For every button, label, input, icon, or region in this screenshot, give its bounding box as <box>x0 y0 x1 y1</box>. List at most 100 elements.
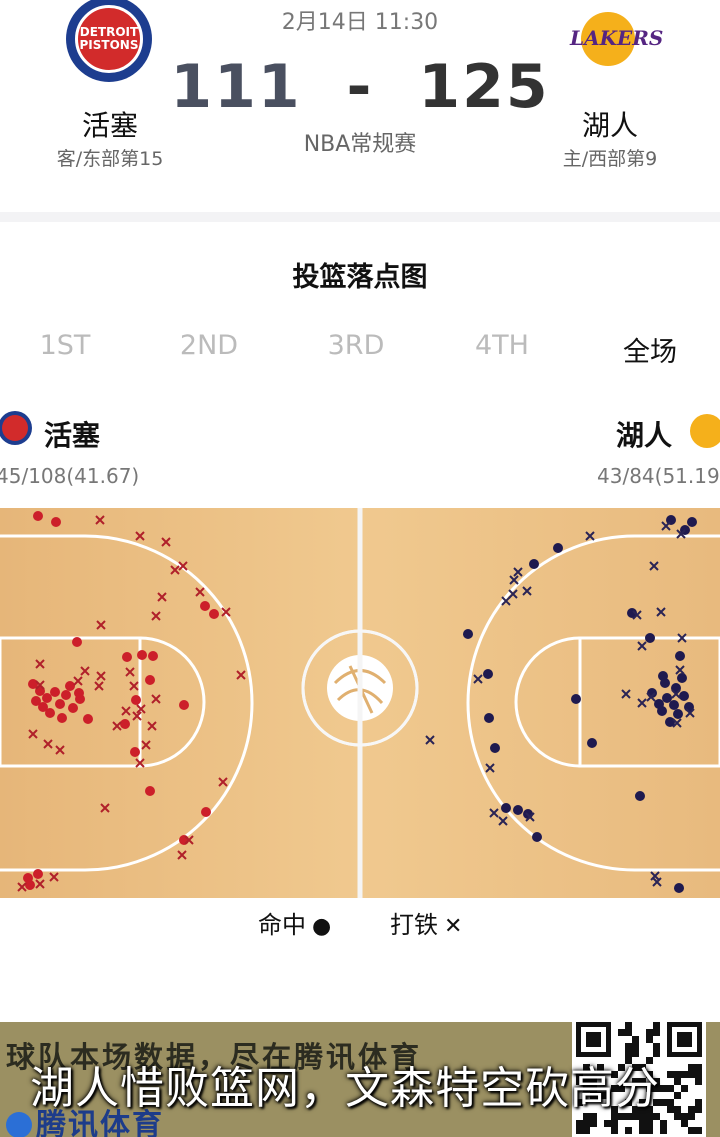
legend-missed: 打铁 ✕ <box>390 905 462 940</box>
qr-module <box>681 1113 688 1120</box>
qr-module <box>688 1064 695 1071</box>
qr-module <box>688 1106 695 1113</box>
made-shot-marker <box>645 633 655 643</box>
made-shot-marker <box>673 709 683 719</box>
made-shot-marker <box>687 517 697 527</box>
made-shot-marker <box>532 832 542 842</box>
made-shot-marker <box>33 511 43 521</box>
tab-1st[interactable]: 1ST <box>0 330 135 361</box>
qr-module <box>674 1113 681 1120</box>
qr-module <box>653 1029 660 1036</box>
made-shot-marker <box>553 543 563 553</box>
section-divider <box>0 212 720 222</box>
made-shot-marker <box>658 671 668 681</box>
pistons-mini-logo <box>0 411 32 445</box>
home-team-standing: 主/西部第9 <box>562 148 658 170</box>
qr-module <box>674 1092 681 1099</box>
made-shot-marker <box>179 835 189 845</box>
made-shot-marker <box>50 687 60 697</box>
qr-module <box>695 1099 702 1106</box>
qr-finder <box>677 1032 692 1047</box>
qr-module <box>660 1127 667 1134</box>
qr-module <box>695 1127 702 1134</box>
qr-module <box>695 1106 702 1113</box>
qr-finder <box>586 1032 601 1047</box>
qr-module <box>688 1127 695 1134</box>
tab-3rd[interactable]: 3RD <box>286 330 426 361</box>
tencent-sports-icon <box>6 1112 32 1137</box>
made-shot-marker <box>120 719 130 729</box>
tab-4th[interactable]: 4TH <box>432 330 572 361</box>
legend-made-label: 命中 <box>258 911 306 939</box>
away-team-name[interactable]: 活塞 <box>10 104 210 144</box>
qr-module <box>667 1106 674 1113</box>
qr-module <box>632 1043 639 1050</box>
tab-2nd[interactable]: 2ND <box>139 330 279 361</box>
qr-module <box>583 1120 590 1127</box>
qr-module <box>625 1022 632 1029</box>
qr-module <box>646 1120 653 1127</box>
qr-module <box>674 1078 681 1085</box>
made-shot-marker <box>68 703 78 713</box>
made-shot-marker <box>200 601 210 611</box>
qr-module <box>674 1071 681 1078</box>
made-shot-marker <box>148 651 158 661</box>
qr-module <box>660 1120 667 1127</box>
made-shot-marker <box>669 700 679 710</box>
basketball-court <box>0 508 720 898</box>
made-shot-marker <box>130 747 140 757</box>
lakers-mini-logo <box>690 414 720 448</box>
home-team-name[interactable]: 湖人 <box>510 104 710 144</box>
made-shot-marker <box>483 669 493 679</box>
qr-module <box>660 1085 667 1092</box>
qr-module <box>583 1127 590 1134</box>
made-shot-marker <box>33 869 43 879</box>
qr-module <box>625 1043 632 1050</box>
qr-module <box>576 1120 583 1127</box>
made-shot-marker <box>674 883 684 893</box>
made-shot-marker <box>587 738 597 748</box>
qr-module <box>611 1127 618 1134</box>
made-shot-marker <box>57 713 67 723</box>
qr-module <box>667 1099 674 1106</box>
miss-cross-icon: ✕ <box>444 914 463 939</box>
qr-module <box>660 1099 667 1106</box>
made-shot-marker <box>137 650 147 660</box>
qr-module <box>646 1127 653 1134</box>
made-shot-marker <box>131 695 141 705</box>
qr-module <box>646 1029 653 1036</box>
qr-module <box>695 1071 702 1078</box>
qr-module <box>667 1071 674 1078</box>
made-shot-marker <box>529 559 539 569</box>
quarter-tabs: 1ST 2ND 3RD 4TH 全场 <box>0 318 720 380</box>
qr-module <box>632 1036 639 1043</box>
qr-module <box>618 1029 625 1036</box>
made-shot-marker <box>25 880 35 890</box>
score-separator: - <box>346 52 374 122</box>
tab-full-game[interactable]: 全场 <box>580 330 720 369</box>
qr-module <box>688 1113 695 1120</box>
made-shot-marker <box>65 681 75 691</box>
qr-module <box>646 1036 653 1043</box>
qr-module <box>611 1120 618 1127</box>
qr-module <box>639 1120 646 1127</box>
made-shot-marker <box>145 675 155 685</box>
right-team-shooting: 43/84(51.19 <box>597 464 720 488</box>
section-title: 投篮落点图 <box>292 262 428 293</box>
made-shot-marker <box>657 706 667 716</box>
made-shot-marker <box>677 673 687 683</box>
qr-module <box>590 1120 597 1127</box>
qr-module <box>653 1043 660 1050</box>
qr-module <box>695 1078 702 1085</box>
made-shot-marker <box>484 713 494 723</box>
made-shot-marker <box>675 651 685 661</box>
made-shot-marker <box>501 803 511 813</box>
made-shot-marker <box>201 807 211 817</box>
made-shot-marker <box>179 700 189 710</box>
left-team-name: 活塞 <box>44 419 101 452</box>
made-shot-marker <box>209 609 219 619</box>
made-shot-marker <box>513 805 523 815</box>
left-team-shooting: 45/108(41.67) <box>0 464 140 488</box>
made-shot-marker <box>72 637 82 647</box>
qr-module <box>681 1071 688 1078</box>
